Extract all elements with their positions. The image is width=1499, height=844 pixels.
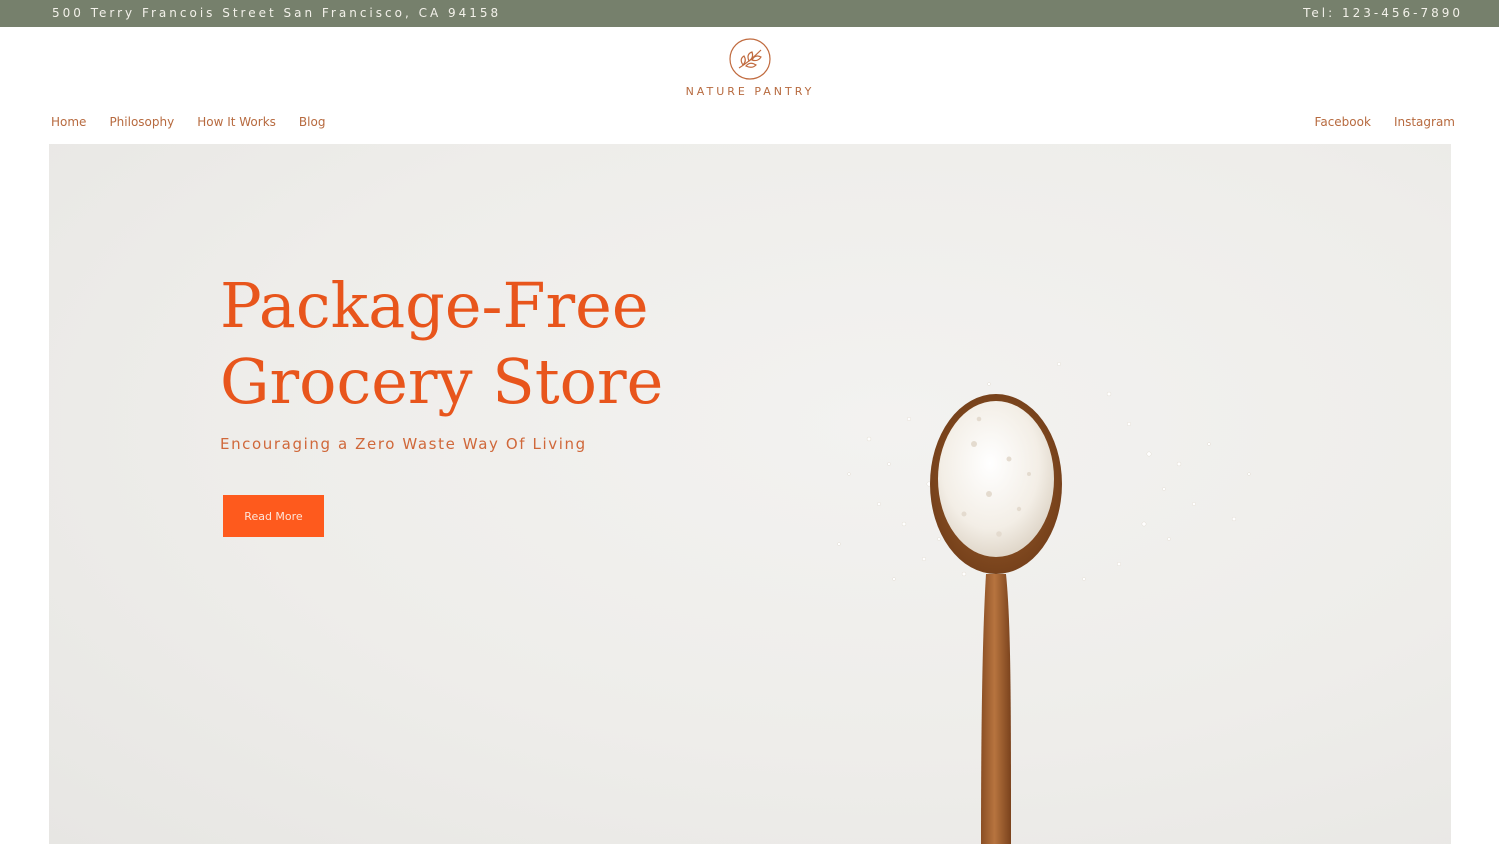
hero-headline-line-1: Package-Free [220, 269, 649, 342]
top-bar: 500 Terry Francois Street San Francisco,… [0, 0, 1499, 27]
nav-item-philosophy[interactable]: Philosophy [109, 115, 174, 129]
main-nav: Home Philosophy How It Works Blog [51, 115, 348, 129]
social-nav: Facebook Instagram [1292, 115, 1455, 129]
store-address: 500 Terry Francois Street San Francisco,… [52, 6, 502, 20]
hero-subheadline: Encouraging a Zero Waste Way Of Living [220, 435, 587, 453]
leaf-branch-icon [729, 38, 771, 80]
site-logo[interactable]: NATURE PANTRY [650, 38, 850, 106]
brand-name: NATURE PANTRY [685, 85, 815, 98]
nav-item-blog[interactable]: Blog [299, 115, 326, 129]
nav-item-home[interactable]: Home [51, 115, 86, 129]
hero-headline-line-2: Grocery Store [220, 345, 664, 418]
spoon-image [837, 362, 1251, 844]
hero-section: Package-Free Grocery Store Encouraging a… [49, 144, 1451, 844]
read-more-button[interactable]: Read More [223, 495, 324, 537]
nav-item-how-it-works[interactable]: How It Works [197, 115, 276, 129]
phone-number: Tel: 123-456-7890 [1303, 6, 1463, 20]
hero-headline: Package-Free Grocery Store [220, 268, 663, 420]
instagram-link[interactable]: Instagram [1394, 115, 1455, 129]
facebook-link[interactable]: Facebook [1315, 115, 1371, 129]
